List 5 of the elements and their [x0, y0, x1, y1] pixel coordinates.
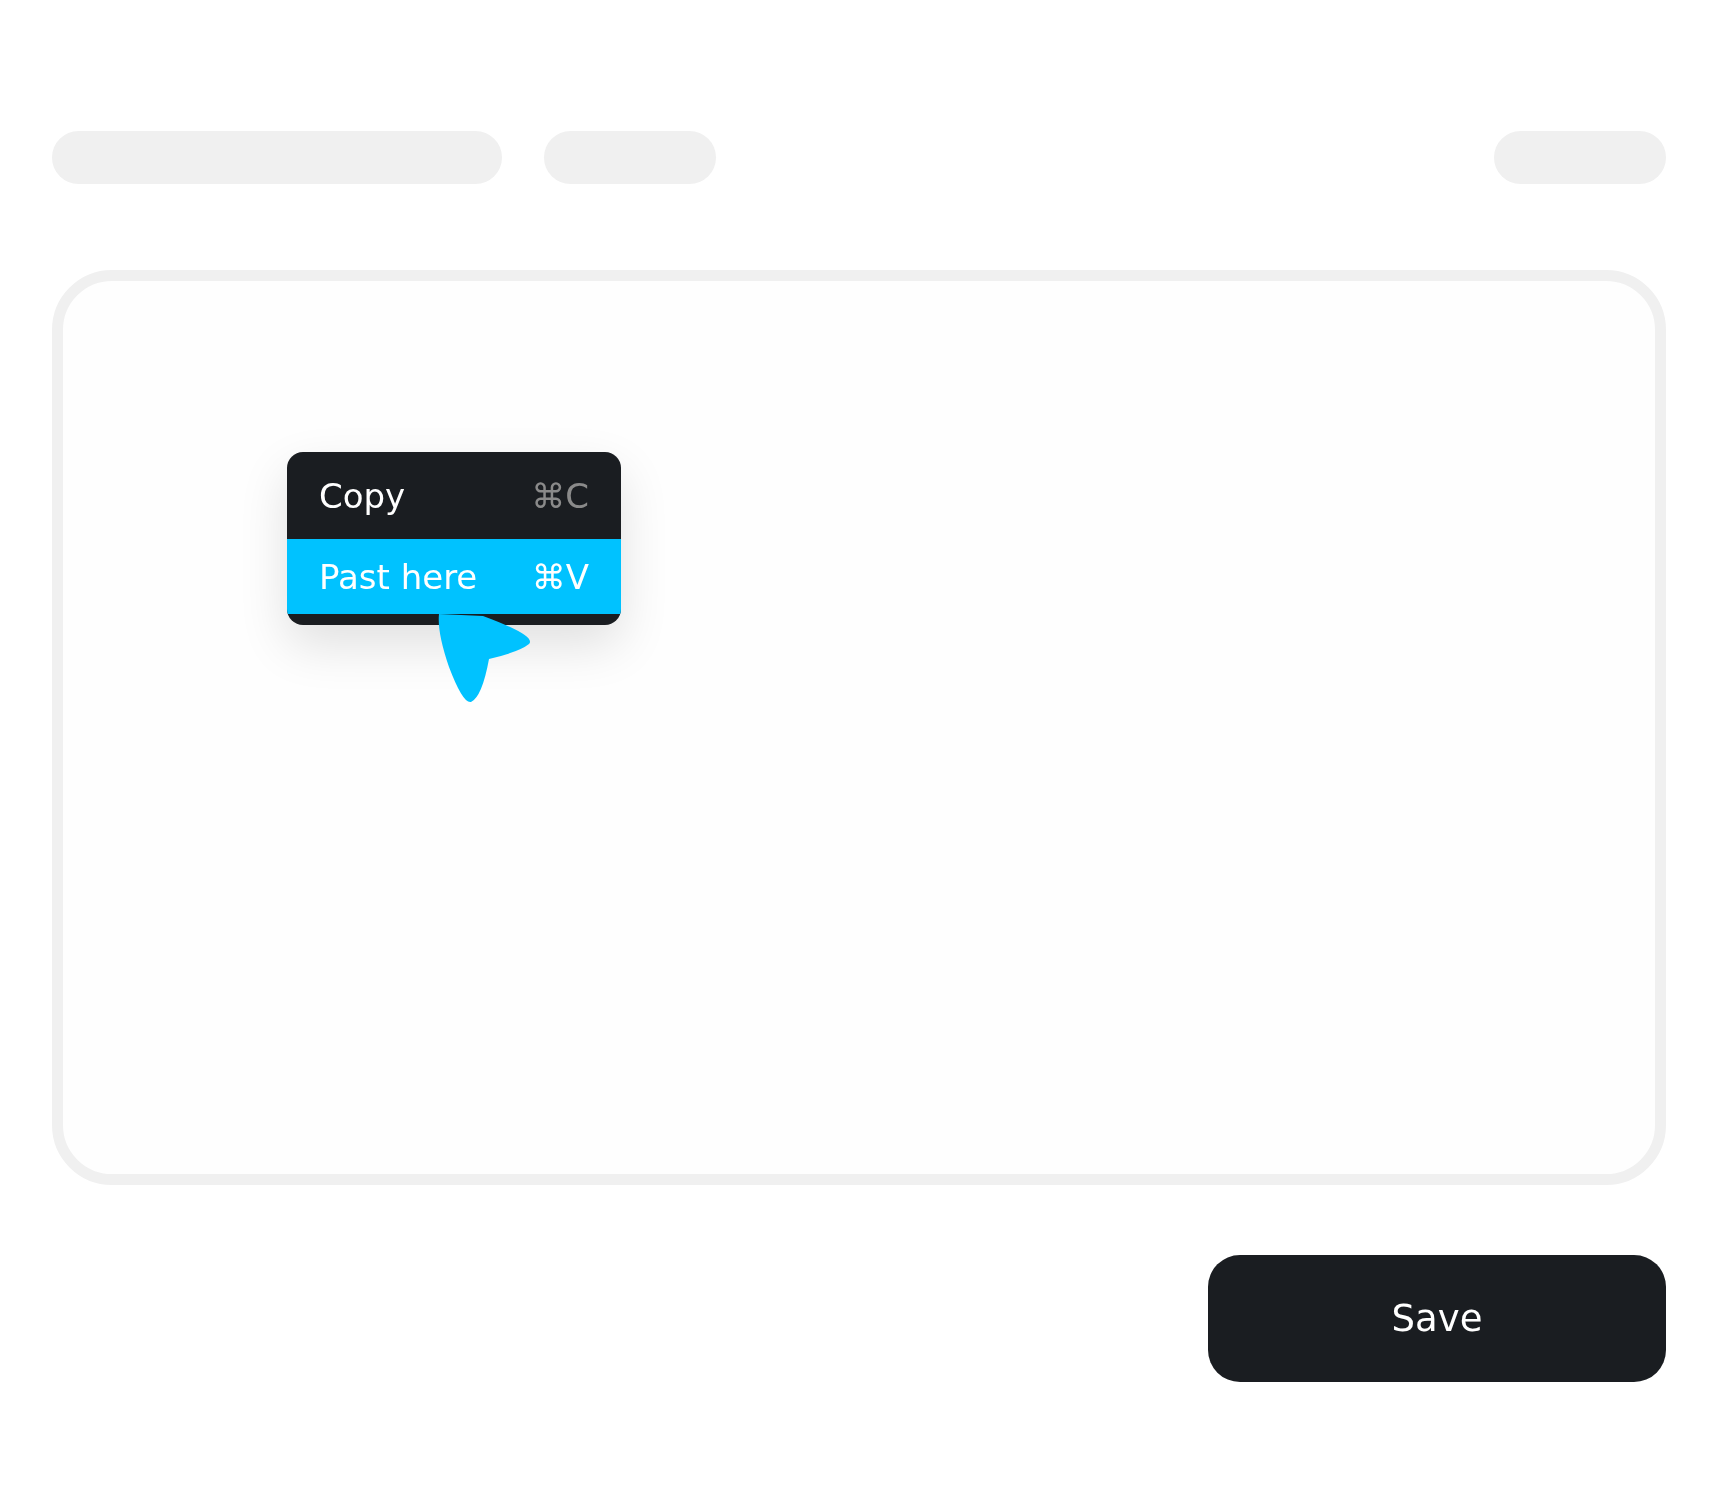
shortcut-label: ⌘V — [531, 556, 589, 597]
cursor-icon — [437, 612, 533, 704]
shortcut-label: ⌘C — [531, 475, 589, 516]
save-button[interactable]: Save — [1208, 1255, 1666, 1382]
menu-item[interactable]: Copy ⌘C — [287, 452, 621, 539]
